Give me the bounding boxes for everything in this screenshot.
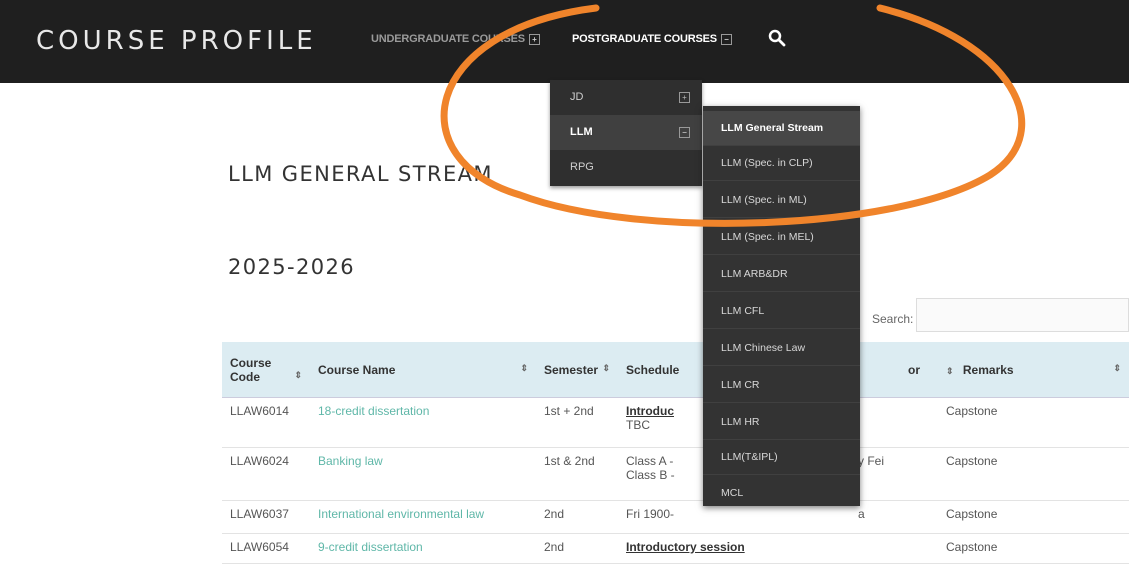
course-name-link[interactable]: 9-credit dissertation [318, 540, 423, 554]
course-code-cell: LLAW6037 [222, 500, 310, 534]
nav-undergraduate-label: UNDERGRADUATE COURSES [371, 33, 525, 45]
table-header-row: Course Code ⇕ Course Name ⇕ Semester ⇕ S… [222, 342, 1129, 398]
menu-item-label: RPG [570, 161, 594, 173]
table-row: LLAW6054 9-credit dissertation 2nd Intro… [222, 533, 1129, 564]
search-icon[interactable] [768, 29, 786, 47]
table-row: LLAW6037 International environmental law… [222, 500, 1129, 534]
sort-icon: ⇕ [946, 365, 954, 376]
sort-icon: ⇕ [294, 369, 302, 380]
collapse-icon: − [720, 33, 732, 45]
schedule-line[interactable]: Introductory session [626, 540, 745, 554]
llm-submenu: LLM General Stream LLM (Spec. in CLP) LL… [703, 106, 860, 506]
submenu-item-llm-general-stream[interactable]: LLM General Stream [703, 111, 860, 146]
semester-cell: 2nd [536, 533, 618, 564]
course-name-link[interactable]: Banking law [318, 454, 383, 468]
column-header-semester[interactable]: Semester ⇕ [536, 342, 618, 398]
nav-postgraduate-label: POSTGRADUATE COURSES [572, 33, 717, 45]
search-label: Search: [872, 312, 914, 326]
table-row: LLAW6014 18-credit dissertation 1st + 2n… [222, 397, 1129, 448]
collapse-icon: − [679, 127, 690, 138]
page-title: LLM GENERAL STREAM [228, 162, 493, 186]
schedule-cell: Introductory session [618, 533, 768, 564]
header-label: Semester [544, 362, 599, 377]
table-row: LLAW6024 Banking law 1st & 2nd Class A -… [222, 447, 1129, 501]
submenu-item-llm-hr[interactable]: LLM HR [703, 405, 860, 440]
remarks-cell: Capstone [938, 447, 1129, 501]
menu-item-rpg[interactable]: RPG [550, 150, 702, 185]
top-navbar: COURSE PROFILE UNDERGRADUATE COURSES + PO… [0, 0, 1129, 83]
remarks-cell: Capstone [938, 397, 1129, 448]
course-name-link[interactable]: 18-credit dissertation [318, 404, 429, 418]
schedule-line: Class B - [626, 468, 675, 482]
course-table: Course Code ⇕ Course Name ⇕ Semester ⇕ S… [222, 342, 1129, 564]
submenu-item-llm-cfl[interactable]: LLM CFL [703, 294, 860, 329]
course-code-cell: LLAW6054 [222, 533, 310, 564]
column-header-remarks[interactable]: ⇕ Remarks ⇕ [938, 342, 1129, 398]
column-header-course-code[interactable]: Course Code ⇕ [222, 342, 310, 398]
schedule-line: TBC [626, 418, 650, 432]
course-name-cell: 9-credit dissertation [310, 533, 536, 564]
submenu-item-llm-mel[interactable]: LLM (Spec. in MEL) [703, 220, 860, 255]
submenu-item-llm-tipl[interactable]: LLM(T&IPL) [703, 440, 860, 475]
course-name-cell: Banking law [310, 447, 536, 501]
expand-icon: + [528, 33, 540, 45]
semester-cell: 2nd [536, 500, 618, 534]
table-search-input[interactable] [916, 298, 1129, 332]
sort-icon: ⇕ [1113, 362, 1121, 373]
brand-title[interactable]: COURSE PROFILE [36, 26, 317, 56]
submenu-item-mcl[interactable]: MCL [703, 476, 860, 511]
nav-postgraduate-courses[interactable]: POSTGRADUATE COURSES − [572, 33, 732, 45]
course-name-cell: International environmental law [310, 500, 536, 534]
header-label: Schedule [626, 362, 680, 377]
course-name-link[interactable]: International environmental law [318, 507, 484, 521]
header-label: Course Name [318, 362, 396, 377]
column-header-course-name[interactable]: Course Name ⇕ [310, 342, 536, 398]
submenu-item-llm-clp[interactable]: LLM (Spec. in CLP) [703, 146, 860, 181]
sort-icon: ⇕ [520, 362, 528, 373]
menu-item-jd[interactable]: JD + [550, 80, 702, 115]
course-code-cell: LLAW6024 [222, 447, 310, 501]
schedule-line[interactable]: Introduc [626, 404, 674, 418]
remarks-cell: Capstone [938, 533, 1129, 564]
nav-undergraduate-courses[interactable]: UNDERGRADUATE COURSES + [371, 33, 540, 45]
semester-cell: 1st & 2nd [536, 447, 618, 501]
instructor-cell [768, 533, 938, 564]
semester-cell: 1st + 2nd [536, 397, 618, 448]
submenu-item-llm-arbdr[interactable]: LLM ARB&DR [703, 257, 860, 292]
submenu-item-llm-cr[interactable]: LLM CR [703, 368, 860, 403]
sort-icon: ⇕ [602, 362, 610, 373]
schedule-line: Class A - [626, 454, 674, 468]
submenu-item-llm-ml[interactable]: LLM (Spec. in ML) [703, 183, 860, 218]
menu-item-llm[interactable]: LLM − [550, 115, 702, 150]
header-label: Course Code [230, 355, 272, 384]
instructor-name: y Fei [858, 454, 885, 468]
submenu-item-llm-chinese-law[interactable]: LLM Chinese Law [703, 331, 860, 366]
menu-item-label: LLM [570, 126, 593, 138]
header-label: or [908, 362, 920, 377]
menu-item-label: JD [570, 91, 584, 103]
postgraduate-dropdown-menu: JD + LLM − RPG [550, 80, 702, 186]
academic-year-heading: 2025-2026 [228, 255, 356, 279]
course-code-cell: LLAW6014 [222, 397, 310, 448]
course-name-cell: 18-credit dissertation [310, 397, 536, 448]
remarks-cell: Capstone [938, 500, 1129, 534]
expand-icon: + [679, 92, 690, 103]
header-label: Remarks [962, 362, 1014, 377]
